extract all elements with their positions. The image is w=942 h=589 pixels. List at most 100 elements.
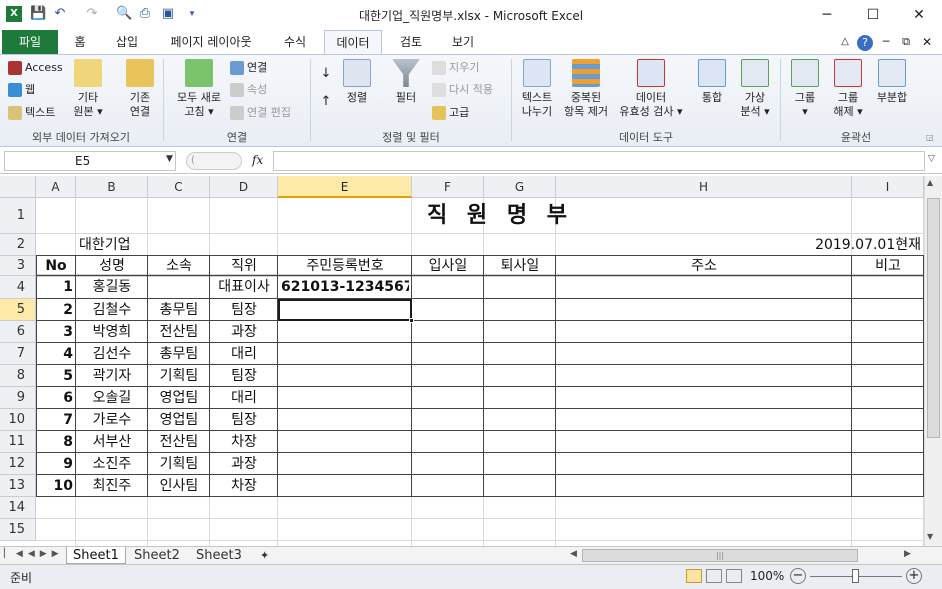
row-number-cell[interactable]: 10: [39, 475, 73, 497]
header-cell[interactable]: 성명: [79, 256, 145, 276]
clear-filter-button[interactable]: 지우기: [432, 61, 479, 75]
header-cell[interactable]: 주민등록번호: [281, 256, 409, 276]
connections-button[interactable]: 연결: [230, 61, 267, 75]
minimize-button[interactable]: ─: [804, 0, 850, 30]
other-sources-button[interactable]: 기타 원본 ▾: [70, 59, 106, 119]
row-number-cell[interactable]: 4: [39, 343, 73, 365]
refresh-all-button[interactable]: 모두 새로 고침 ▾: [170, 59, 228, 119]
dialog-launcher-icon[interactable]: ◲: [926, 131, 934, 145]
formula-cancel-enter[interactable]: (: [186, 152, 242, 170]
text-to-columns-button[interactable]: 텍스트 나누기: [515, 59, 559, 119]
tab-page-layout[interactable]: 페이지 레이아웃: [156, 30, 266, 54]
sheet-title[interactable]: 직 원 명 부: [79, 198, 921, 234]
table-cell[interactable]: 인사팀: [151, 475, 207, 497]
doc-minimize-icon[interactable]: ─: [878, 30, 894, 54]
tab-data[interactable]: 데이터: [324, 30, 382, 54]
name-box-dropdown-icon[interactable]: ▼: [166, 154, 173, 164]
from-text-button[interactable]: 텍스트: [8, 106, 55, 120]
table-cell[interactable]: 대리: [213, 387, 275, 409]
zoom-level[interactable]: 100%: [750, 569, 784, 583]
sort-button[interactable]: 정렬: [340, 59, 374, 105]
row-number-cell[interactable]: 9: [39, 453, 73, 475]
reapply-button[interactable]: 다시 적용: [432, 83, 493, 97]
row-number-cell[interactable]: 2: [39, 299, 73, 321]
sheet-tab-1[interactable]: Sheet1: [66, 547, 126, 564]
close-button[interactable]: ✕: [896, 0, 942, 30]
filter-button[interactable]: 필터: [388, 59, 424, 105]
fill-handle[interactable]: [409, 318, 414, 323]
table-cell[interactable]: 기획팀: [151, 365, 207, 387]
sheet-tab-3[interactable]: Sheet3: [190, 547, 248, 564]
table-cell[interactable]: 차장: [213, 431, 275, 453]
page-break-view-icon[interactable]: [726, 569, 742, 583]
header-cell[interactable]: 입사일: [415, 256, 481, 276]
ungroup-button[interactable]: 그룹 해제 ▾: [830, 59, 866, 119]
insert-sheet-icon[interactable]: ✦: [254, 547, 275, 564]
tab-formulas[interactable]: 수식: [272, 30, 318, 54]
table-cell[interactable]: 621013-1234567: [281, 276, 409, 299]
table-cell[interactable]: 최진주: [79, 475, 145, 497]
header-cell[interactable]: 퇴사일: [487, 256, 553, 276]
from-web-button[interactable]: 웹: [8, 83, 35, 97]
expand-formula-bar-icon[interactable]: ▽: [928, 154, 935, 164]
sort-descending-button[interactable]: ↑: [316, 95, 336, 109]
table-cell[interactable]: 오솔길: [79, 387, 145, 409]
zoom-in-button[interactable]: +: [906, 568, 922, 584]
from-access-button[interactable]: Access: [8, 61, 63, 75]
active-cell-selection[interactable]: [278, 299, 412, 321]
vertical-scrollbar[interactable]: ▲ ▼: [924, 176, 942, 546]
table-cell[interactable]: 김철수: [79, 299, 145, 321]
doc-close-icon[interactable]: ✕: [918, 30, 936, 54]
formula-input[interactable]: [273, 151, 925, 171]
page-layout-view-icon[interactable]: [706, 569, 722, 583]
row-number-cell[interactable]: 1: [39, 276, 73, 299]
report-date[interactable]: 2019.07.01현재: [559, 234, 921, 256]
tab-home[interactable]: 홈: [62, 30, 98, 54]
tab-review[interactable]: 검토: [388, 30, 434, 54]
worksheet-grid[interactable]: ABCDEFGHI 1 2 3 4 5 6 7 8 9 10 11 12 13 14 15 직 원 명 부대…: [0, 176, 924, 546]
subtotal-button[interactable]: 부분합: [870, 59, 914, 105]
table-cell[interactable]: 영업팀: [151, 387, 207, 409]
table-cell[interactable]: 총무팀: [151, 343, 207, 365]
header-cell[interactable]: No: [39, 256, 73, 276]
edit-links-button[interactable]: 연결 편집: [230, 106, 291, 120]
table-cell[interactable]: 전산팀: [151, 431, 207, 453]
scroll-up-icon[interactable]: ▲: [927, 178, 933, 187]
advanced-filter-button[interactable]: 고급: [432, 106, 469, 120]
consolidate-button[interactable]: 통합: [694, 59, 730, 105]
row-number-cell[interactable]: 5: [39, 365, 73, 387]
row-number-cell[interactable]: 7: [39, 409, 73, 431]
table-cell[interactable]: 전산팀: [151, 321, 207, 343]
tab-file[interactable]: 파일: [2, 30, 58, 54]
header-cell[interactable]: 직위: [213, 256, 275, 276]
table-cell[interactable]: 홍길동: [79, 276, 145, 299]
header-cell[interactable]: 주소: [559, 256, 849, 276]
table-cell[interactable]: 가로수: [79, 409, 145, 431]
table-cell[interactable]: 곽기자: [79, 365, 145, 387]
table-cell[interactable]: 차장: [213, 475, 275, 497]
remove-duplicates-button[interactable]: 중복된 항목 제거: [560, 59, 612, 119]
scroll-right-icon[interactable]: ▶: [904, 549, 911, 559]
company-name[interactable]: 대한기업: [79, 234, 145, 256]
table-cell[interactable]: 대리: [213, 343, 275, 365]
name-box[interactable]: E5: [4, 151, 176, 171]
maximize-button[interactable]: ☐: [850, 0, 896, 30]
collapse-ribbon-icon[interactable]: △: [836, 30, 854, 54]
table-cell[interactable]: 영업팀: [151, 409, 207, 431]
table-cell[interactable]: 팀장: [213, 409, 275, 431]
table-cell[interactable]: 과장: [213, 321, 275, 343]
table-cell[interactable]: 과장: [213, 453, 275, 475]
table-cell[interactable]: 대표이사: [213, 276, 275, 299]
doc-restore-icon[interactable]: ⧉: [898, 30, 914, 54]
header-cell[interactable]: 비고: [855, 256, 921, 276]
vertical-scroll-thumb[interactable]: [927, 198, 940, 438]
sheet-tab-2[interactable]: Sheet2: [128, 547, 186, 564]
what-if-button[interactable]: 가상 분석 ▾: [736, 59, 774, 119]
existing-connections-button[interactable]: 기존 연결: [122, 59, 158, 119]
row-number-cell[interactable]: 8: [39, 431, 73, 453]
normal-view-icon[interactable]: [686, 569, 702, 583]
tab-insert[interactable]: 삽입: [104, 30, 150, 54]
header-cell[interactable]: 소속: [151, 256, 207, 276]
table-cell[interactable]: 서부산: [79, 431, 145, 453]
table-cell[interactable]: 소진주: [79, 453, 145, 475]
